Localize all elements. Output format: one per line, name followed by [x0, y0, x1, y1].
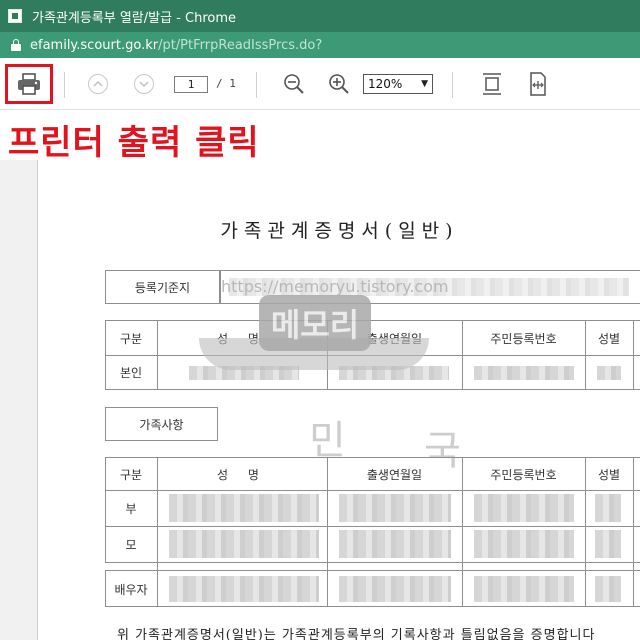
- self-header-type: 구분: [119, 332, 143, 346]
- page-total: / 1: [216, 77, 236, 90]
- self-header-sex: 성별: [597, 332, 621, 346]
- toolbar-separator: [64, 72, 65, 98]
- address-bar[interactable]: efamily.scourt.go.kr /pt/PtFrrpReadIssPr…: [0, 32, 640, 58]
- spouse-sex-redacted: [595, 576, 621, 602]
- fit-width-button[interactable]: [526, 70, 550, 98]
- watermark-logo: 메모리: [259, 295, 371, 351]
- self-rrn-redacted: [474, 366, 574, 380]
- registry-label-text: 등록기준지: [134, 280, 191, 295]
- table-border: [105, 570, 640, 571]
- table-border: [633, 457, 634, 606]
- url-host[interactable]: efamily.scourt.go.kr: [30, 38, 158, 53]
- document-title: 가족관계증명서(일반): [220, 220, 459, 242]
- table-border: [105, 606, 640, 607]
- father-sex-redacted: [595, 494, 621, 522]
- zoom-out-icon: [284, 74, 304, 94]
- mother-rrn-redacted: [474, 530, 574, 558]
- mother-birth-redacted: [339, 530, 451, 558]
- pdf-toolbar: 1 / 1 120% ▼: [0, 58, 640, 110]
- table-border: [105, 457, 640, 458]
- fit-page-icon: [483, 73, 501, 95]
- table-border: [105, 320, 640, 321]
- family-row-label-spouse: 배우자: [114, 583, 148, 597]
- mother-sex-redacted: [595, 530, 621, 558]
- print-icon: [18, 73, 40, 95]
- family-header-name: 성 명: [217, 468, 267, 482]
- registry-label: 등록기준지: [105, 270, 220, 304]
- chevron-down-icon: ▼: [421, 79, 428, 89]
- family-row-label-father: 부: [125, 502, 137, 516]
- family-header-sex: 성별: [597, 468, 621, 482]
- family-label-text: 가족사항: [139, 417, 184, 432]
- table-border: [105, 526, 640, 527]
- table-border: [105, 490, 640, 491]
- zoom-in-button[interactable]: [327, 72, 351, 96]
- toolbar-separator: [452, 72, 453, 98]
- zoom-select[interactable]: 120% ▼: [363, 74, 433, 94]
- zoom-value: 120%: [368, 77, 403, 91]
- toolbar-separator: [256, 72, 257, 98]
- family-header-type: 구분: [119, 468, 143, 482]
- fit-width-icon: [530, 72, 546, 96]
- print-button[interactable]: [5, 64, 53, 104]
- father-birth-redacted: [339, 494, 451, 522]
- table-border: [105, 389, 640, 390]
- mother-name-redacted: [169, 530, 319, 558]
- watermark-url: https://memoryu.tistory.com: [221, 277, 449, 296]
- zoom-out-button[interactable]: [282, 72, 306, 96]
- family-header-rrn: 주민등록번호: [490, 468, 557, 482]
- annotation-text: 프린터 출력 클릭: [8, 123, 260, 163]
- page-down-button[interactable]: [134, 74, 154, 94]
- zoom-in-icon: [329, 74, 349, 94]
- family-header-birth: 출생연월일: [366, 468, 423, 482]
- page-up-icon: [88, 74, 108, 94]
- father-name-redacted: [169, 494, 319, 522]
- certification-sentence: 위 가족관계증명서(일반)는 가족관계등록부의 기록사항과 틀림없음을 증명합니…: [117, 628, 596, 640]
- father-rrn-redacted: [474, 494, 574, 522]
- self-sex-redacted: [597, 366, 621, 380]
- window-title: 가족관계등록부 열람/발급 - Chrome: [32, 10, 237, 26]
- url-path[interactable]: /pt/PtFrrpReadIssPrcs.do?: [158, 38, 322, 53]
- browser-title-bar: 가족관계등록부 열람/발급 - Chrome: [0, 0, 640, 32]
- spouse-rrn-redacted: [474, 576, 574, 602]
- lock-icon[interactable]: [11, 39, 21, 51]
- viewer-left-gutter: [0, 160, 38, 640]
- family-row-label-mother: 모: [125, 538, 137, 552]
- app-icon: [8, 9, 22, 23]
- fit-page-button[interactable]: [480, 70, 504, 98]
- self-header-rrn: 주민등록번호: [490, 332, 557, 346]
- spouse-name-redacted: [169, 576, 319, 602]
- page-up-button[interactable]: [88, 74, 108, 94]
- spouse-birth-redacted: [339, 576, 451, 602]
- document-page: 가족관계증명서(일반) 등록기준지 구분 성 명 출생연월일 주민등록번호 성별…: [39, 160, 640, 640]
- self-row-label: 본인: [119, 366, 143, 380]
- family-label: 가족사항: [105, 407, 218, 441]
- table-border: [105, 562, 640, 563]
- table-border: [633, 320, 634, 389]
- page-number-input[interactable]: 1: [174, 76, 208, 93]
- page-down-icon: [134, 74, 154, 94]
